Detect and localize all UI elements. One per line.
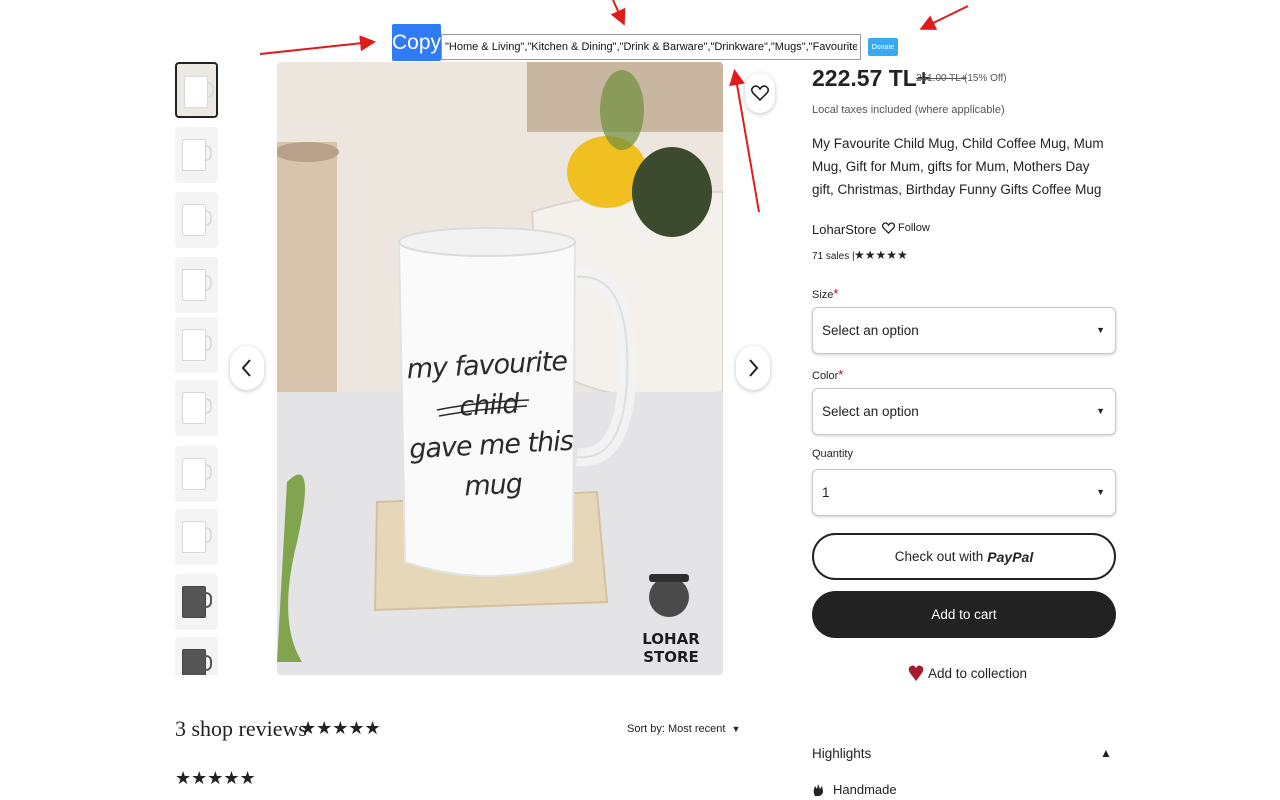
product-title: My Favourite Child Mug, Child Coffee Mug…	[812, 136, 1104, 197]
quantity-select[interactable]: 1 ▼	[812, 469, 1116, 516]
color-select-value: Select an option	[822, 404, 919, 419]
original-price: 261.00 TL+	[916, 73, 967, 84]
shop-rating-stars: ★★★★★	[300, 718, 381, 738]
heart-outline-icon	[751, 85, 769, 101]
thumbnail-4[interactable]	[175, 257, 218, 313]
chevron-right-icon	[749, 359, 759, 377]
color-label: Color*	[812, 367, 844, 382]
handmade-label: Handmade	[833, 782, 897, 797]
favorite-button[interactable]	[745, 73, 775, 113]
previous-image-button[interactable]	[230, 346, 264, 390]
shop-reviews-heading: 3 shop reviews	[175, 716, 307, 741]
sort-dropdown[interactable]: Sort by: Most recent ▼	[627, 723, 740, 735]
dropdown-caret-icon: ▼	[1096, 487, 1105, 497]
chevron-left-icon	[241, 359, 251, 377]
add-to-collection-button[interactable]: Add to collection	[908, 664, 1027, 682]
shop-name-link[interactable]: LoharStore	[812, 222, 876, 237]
thumbnail-strip	[175, 62, 219, 675]
product-price: 222.57 TL+	[812, 65, 931, 91]
chevron-down-icon: ▼	[731, 724, 741, 734]
sales-count: 71 sales |	[812, 251, 855, 262]
paypal-logo: PayPal	[987, 548, 1034, 565]
quantity-value: 1	[822, 485, 830, 500]
shop-stars: ★★★★★	[854, 248, 908, 262]
size-select-value: Select an option	[822, 323, 919, 338]
mug-text-line2: gave me this mug	[408, 425, 574, 503]
dropdown-caret-icon: ▼	[1096, 325, 1105, 335]
heart-filled-icon	[908, 665, 924, 681]
thumbnail-6[interactable]	[175, 380, 218, 436]
size-select[interactable]: Select an option ▼	[812, 307, 1116, 354]
donate-button[interactable]: Donate	[868, 38, 898, 56]
thumbnail-3[interactable]	[175, 192, 218, 248]
paypal-checkout-button[interactable]: Check out with PayPal	[812, 533, 1116, 580]
chevron-up-icon[interactable]: ▲	[1100, 746, 1112, 760]
copy-button[interactable]: Copy	[392, 24, 441, 61]
add-to-collection-label: Add to collection	[928, 665, 1028, 681]
quantity-label: Quantity	[812, 448, 853, 460]
paypal-prefix: Check out with	[894, 549, 984, 564]
thumbnail-10[interactable]	[175, 637, 218, 675]
discount-text: (15% Off)	[964, 73, 1007, 84]
thumbnail-1[interactable]	[175, 62, 218, 118]
thumbnail-8[interactable]	[175, 509, 218, 565]
main-product-image[interactable]: my favourite child gave me this mug LOHA…	[277, 62, 723, 675]
mug-text-line1: my favourite child	[405, 345, 568, 423]
heart-outline-icon	[882, 222, 895, 234]
size-label: Size*	[812, 286, 839, 301]
mug-print-text: my favourite child gave me this mug	[391, 341, 589, 511]
tax-note: Local taxes included (where applicable)	[812, 104, 1005, 116]
follow-button[interactable]: Follow	[882, 222, 930, 234]
color-select[interactable]: Select an option ▼	[812, 388, 1116, 435]
add-to-cart-button[interactable]: Add to cart	[812, 591, 1116, 638]
highlights-heading: Highlights	[812, 746, 872, 761]
dropdown-caret-icon: ▼	[1096, 406, 1105, 416]
thumbnail-9[interactable]	[175, 574, 218, 630]
store-logo-text: LOHAR STORE	[642, 630, 700, 666]
next-image-button[interactable]	[736, 346, 770, 390]
tags-input[interactable]	[441, 34, 861, 60]
follow-label: Follow	[898, 222, 930, 234]
handmade-highlight: Handmade	[812, 782, 897, 797]
hand-icon	[813, 783, 823, 796]
review-rating-stars: ★★★★★	[175, 768, 256, 788]
thumbnail-2[interactable]	[175, 127, 218, 183]
thumbnail-7[interactable]	[175, 446, 218, 502]
thumbnail-5[interactable]	[175, 317, 218, 373]
sort-label: Sort by: Most recent	[627, 723, 726, 735]
